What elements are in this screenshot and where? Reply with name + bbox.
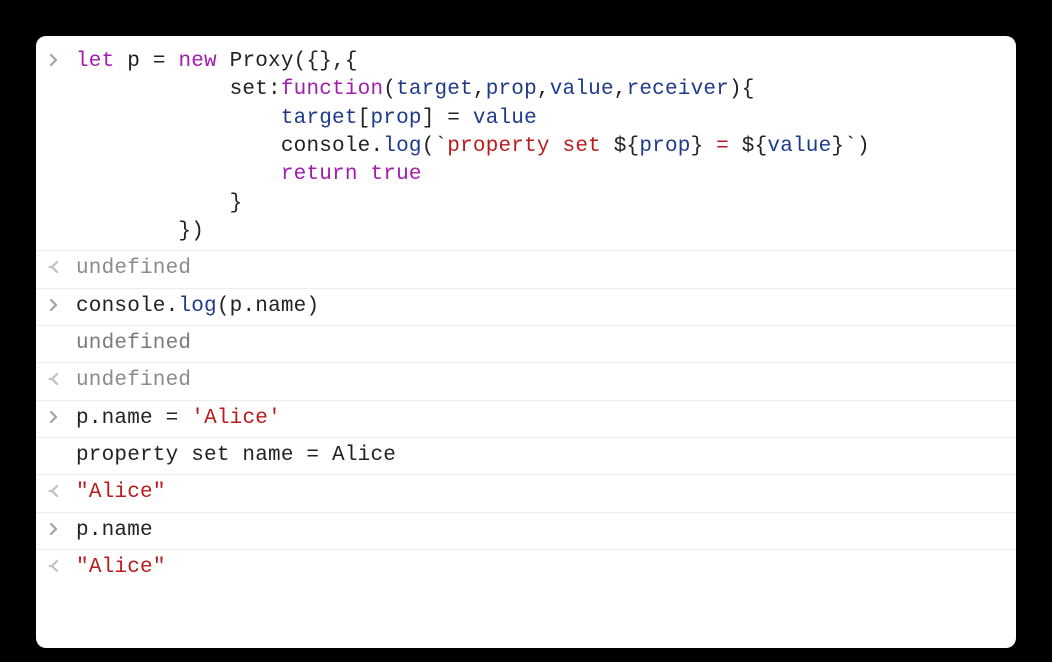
empty-gutter	[48, 442, 76, 447]
console-result-row: undefined	[36, 250, 1016, 287]
devtools-console[interactable]: let p = new Proxy({},{ set:function(targ…	[36, 36, 1016, 648]
input-chevron-icon	[48, 405, 76, 424]
console-input-row[interactable]: console.log(p.name)	[36, 288, 1016, 325]
log-output: property set name = Alice	[76, 442, 1006, 470]
result-string: "Alice"	[76, 479, 1006, 507]
console-input-row[interactable]: p.name = 'Alice'	[36, 400, 1016, 437]
console-input-row[interactable]: let p = new Proxy({},{ set:function(targ…	[36, 36, 1016, 250]
code-line: p.name	[76, 517, 1006, 545]
output-chevron-icon	[48, 554, 76, 573]
result-undefined: undefined	[76, 367, 1006, 395]
code-line: p.name = 'Alice'	[76, 405, 1006, 433]
console-input-row[interactable]: p.name	[36, 512, 1016, 549]
output-chevron-icon	[48, 255, 76, 274]
input-chevron-icon	[48, 48, 76, 67]
output-chevron-icon	[48, 367, 76, 386]
empty-gutter	[48, 330, 76, 335]
console-log-row: undefined	[36, 325, 1016, 362]
console-result-row: undefined	[36, 362, 1016, 399]
log-output: undefined	[76, 330, 1006, 358]
console-log-row: property set name = Alice	[36, 437, 1016, 474]
result-string: "Alice"	[76, 554, 1006, 582]
input-chevron-icon	[48, 517, 76, 536]
input-chevron-icon	[48, 293, 76, 312]
console-result-row: "Alice"	[36, 549, 1016, 586]
result-undefined: undefined	[76, 255, 1006, 283]
code-line: console.log(p.name)	[76, 293, 1006, 321]
console-result-row: "Alice"	[36, 474, 1016, 511]
output-chevron-icon	[48, 479, 76, 498]
code-block: let p = new Proxy({},{ set:function(targ…	[76, 48, 1006, 246]
